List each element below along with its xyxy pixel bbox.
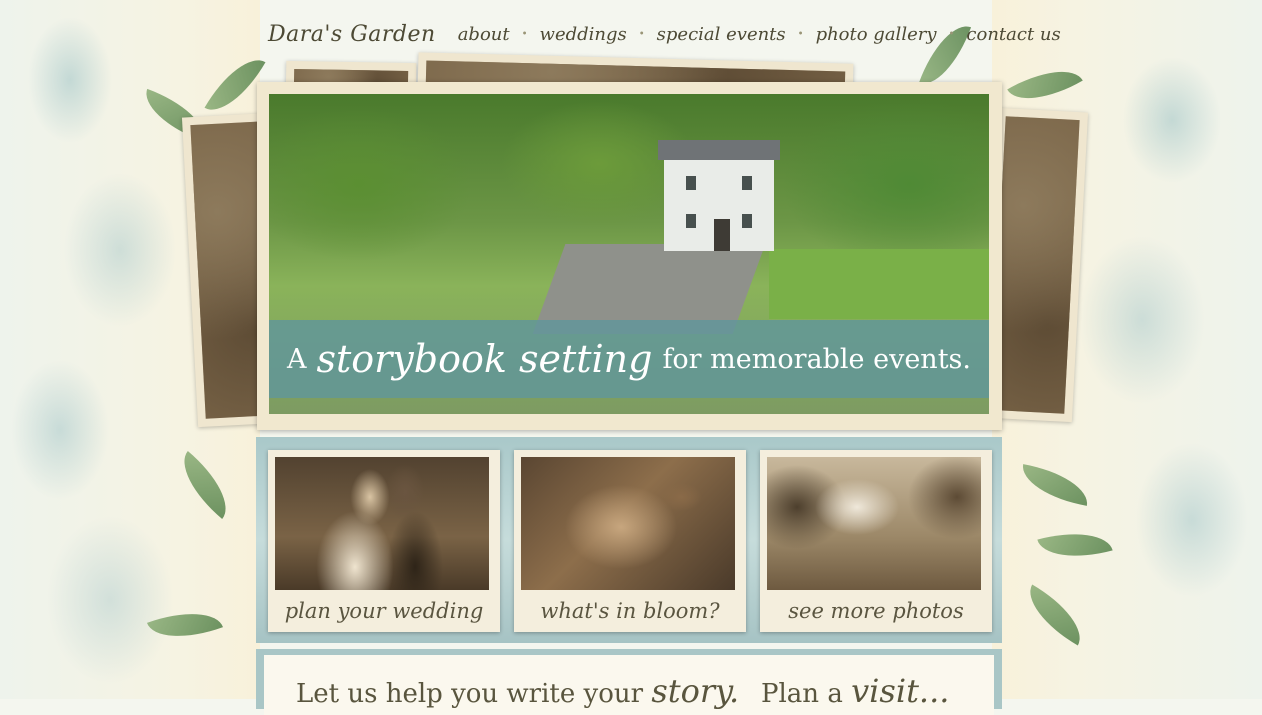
nav-weddings[interactable]: weddings	[540, 24, 627, 45]
see-more-photos-card[interactable]: see more photos	[760, 450, 992, 632]
wedding-couple-photo	[275, 457, 489, 590]
house-window	[742, 176, 752, 190]
story-heading-script: story.	[651, 672, 740, 710]
plan-your-wedding-caption: plan your wedding	[284, 599, 484, 623]
nav-special-events[interactable]: special events	[657, 24, 786, 45]
nav-separator: •	[638, 28, 645, 40]
see-more-photos-caption: see more photos	[788, 599, 964, 623]
house-photo	[767, 457, 981, 590]
content-inner: Let us help you write your story. Plan a…	[264, 655, 994, 715]
hero-tagline-script: storybook setting	[316, 337, 653, 381]
house-window	[686, 214, 696, 228]
visit-heading-script: visit...	[851, 672, 950, 710]
hero-tagline-band: A storybook setting for memorable events…	[269, 320, 989, 398]
story-heading: Let us help you write your story.	[296, 672, 739, 710]
whats-in-bloom-caption: what's in bloom?	[540, 599, 720, 623]
sepia-photo	[990, 116, 1080, 414]
visit-heading: Plan a visit...	[761, 672, 949, 710]
top-navigation: Dara's Garden about • weddings • special…	[268, 14, 1061, 54]
hero-photo-frame: A storybook setting for memorable events…	[257, 82, 1002, 430]
house-shape	[658, 140, 780, 251]
visit-heading-lead: Plan a	[761, 679, 843, 709]
nav-separator: •	[521, 28, 528, 40]
hero-tagline-tail: for memorable events.	[662, 343, 971, 375]
hibiscus-photo	[521, 457, 735, 590]
nav-contact-us[interactable]: contact us	[966, 24, 1060, 45]
nav-photo-gallery[interactable]: photo gallery	[816, 24, 937, 45]
nav-separator: •	[948, 28, 955, 40]
lawn-shape	[769, 249, 989, 319]
whats-in-bloom-card[interactable]: what's in bloom?	[514, 450, 746, 632]
plan-your-wedding-card[interactable]: plan your wedding	[268, 450, 500, 632]
house-window	[742, 214, 752, 228]
site-logo[interactable]: Dara's Garden	[268, 22, 436, 47]
hero-tagline-lead: A	[286, 343, 307, 375]
story-heading-lead: Let us help you write your	[296, 679, 644, 709]
nav-separator: •	[797, 28, 804, 40]
content-panel: Let us help you write your story. Plan a…	[256, 649, 1002, 715]
house-window	[686, 176, 696, 190]
house-roof	[658, 140, 780, 160]
nav-about[interactable]: about	[458, 24, 510, 45]
house-door	[714, 219, 730, 251]
hero-photo: A storybook setting for memorable events…	[269, 94, 989, 414]
